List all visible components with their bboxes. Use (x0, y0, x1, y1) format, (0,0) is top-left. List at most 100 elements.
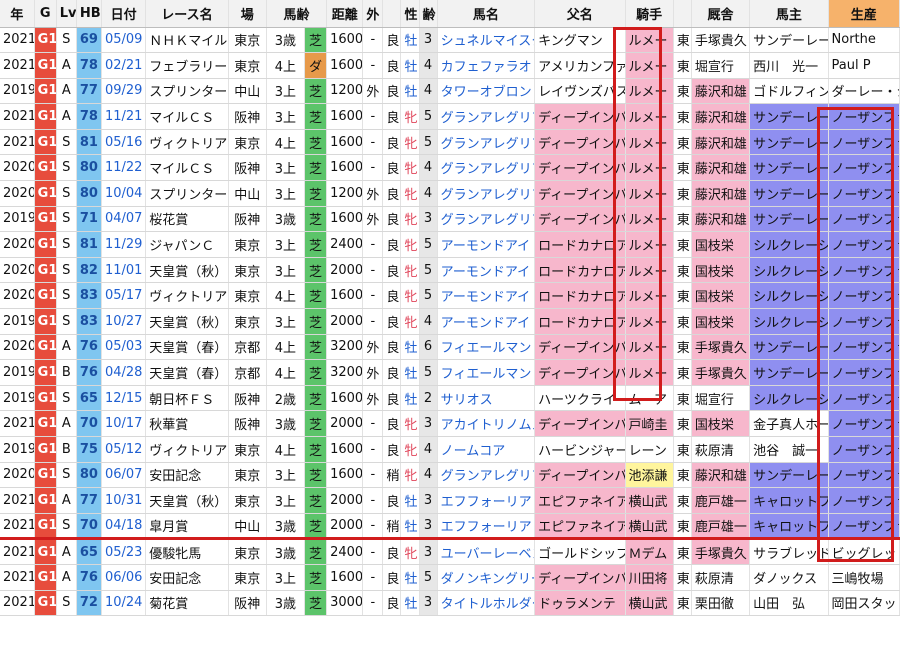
header-distance[interactable]: 距離 (326, 0, 364, 28)
table-row[interactable]: 2021 G1 A 65 05/23 優駿牝馬 東京 3歳芝 2400- 良牝 3 ユーバーレーベンゴ… (0, 538, 900, 565)
table-row[interactable]: 2020 G1 S 83 05/17 ヴィクトリア 東京 4上芝 1600- 良牝 5 アーモンドアイ… (0, 282, 900, 310)
table-row[interactable]: 2020 G1 S 82 11/01 天皇賞（秋） 東京 3上芝 2000- 良牝 5 アーモンドアイ… (0, 257, 900, 284)
belong-cell: 東 (673, 564, 692, 591)
horse-name-link[interactable]: グランアレグリア (437, 129, 536, 156)
table-row[interactable]: 2021 G1 S 81 05/16 ヴィクトリア 東京 4上芝 1600- 良牝 5 グランアレグリ… (0, 129, 900, 156)
age-cell: 3 (419, 513, 438, 541)
place-cell: 東京 (228, 436, 267, 463)
table-row[interactable]: 2021 G1 S 72 10/24 菊花賞 阪神 3歳芝 3000- 良牡 3 タイトルホルダー ドゥ… (0, 590, 900, 617)
header-trainer[interactable]: 厩舎 (691, 0, 751, 28)
table-row[interactable]: 2019 G1 S 83 10/27 天皇賞（秋） 東京 3上芝 2000- 良牝 4 アーモンドアイ… (0, 308, 900, 335)
header-year[interactable]: 年 (0, 0, 35, 28)
jockey-cell: ルメー (625, 206, 674, 233)
horse-name-link[interactable]: タイトルホルダー (437, 590, 536, 617)
horse-name-link[interactable]: アカイトリノムスメ (437, 410, 536, 437)
going-cell: 良 (382, 27, 402, 54)
outer-cell: - (362, 487, 384, 514)
header-belong[interactable] (673, 0, 692, 28)
header-age[interactable]: 齢 (419, 0, 438, 28)
table-row[interactable]: 2021 G1 A 77 10/31 天皇賞（秋） 東京 3上芝 2000- 良牡 3 エフフォーリア… (0, 487, 900, 514)
table-row[interactable]: 2019 G1 S 71 04/07 桜花賞 阪神 3歳芝 1600 外良牝 3 グランアレグリア ディ… (0, 206, 900, 233)
header-jockey[interactable]: 騎手 (625, 0, 674, 28)
age-cell: 3 (419, 590, 438, 617)
header-place[interactable]: 場 (228, 0, 267, 28)
sex-cell: 牝 (400, 282, 420, 310)
table-row[interactable]: 2019 G1 B 75 05/12 ヴィクトリア 東京 4上芝 1600- 良牝 4 ノームコア ハー… (0, 436, 900, 463)
header-level[interactable]: Lv (56, 0, 77, 28)
header-horse-name[interactable]: 馬名 (437, 0, 536, 28)
breeder-cell: Northe (828, 27, 900, 54)
outer-cell: - (362, 257, 384, 284)
age-condition-cell: 4上 (266, 359, 305, 386)
horse-name-link[interactable]: グランアレグリア (437, 103, 536, 130)
horse-name-link[interactable]: アーモンドアイ (437, 282, 536, 310)
horse-name-link[interactable]: フィエールマン (437, 334, 536, 361)
header-breeder[interactable]: 生産 (828, 0, 900, 28)
sex-cell: 牝 (400, 206, 420, 233)
table-row[interactable]: 2021 G1 A 76 06/06 安田記念 東京 3上芝 1600- 良牡 5 ダノンキングリーデ… (0, 564, 900, 591)
horse-name-link[interactable]: カフェファラオ (437, 52, 536, 79)
table-row[interactable]: 2020 G1 S 80 10/04 スプリンター 中山 3上芝 1200 外良牝 4 グランアレグリ… (0, 180, 900, 207)
table-row[interactable]: 2020 G1 A 76 05/03 天皇賞（春） 京都 4上芝 3200 外良牡 6 フィエールマン… (0, 334, 900, 361)
table-row[interactable]: 2021 G1 A 78 11/21 マイルＣＳ 阪神 3上芝 1600- 良牝 5 グランアレグリア… (0, 103, 900, 130)
header-sex[interactable]: 性 (400, 0, 420, 28)
table-row[interactable]: 2019 G1 S 65 12/15 朝日杯ＦＳ 阪神 2歳芝 1600 外良牡 2 サリオス ハーツク… (0, 385, 900, 412)
horse-name-link[interactable]: フィエールマン (437, 359, 536, 386)
horse-name-link[interactable]: グランアレグリア (437, 462, 536, 489)
age-condition-cell: 3歳 (266, 27, 305, 54)
horse-name-link[interactable]: アーモンドアイ (437, 257, 536, 284)
race-name-cell: スプリンター (145, 180, 229, 207)
table-row[interactable]: 2021 G1 S 69 05/09 ＮＨＫマイル 東京 3歳芝 1600- 良牡 3 シュネルマイス… (0, 27, 900, 54)
horse-name-link[interactable]: シュネルマイスター (437, 27, 536, 54)
surface-cell: 芝 (304, 257, 328, 284)
table-row[interactable]: 2019 G1 A 77 09/29 スプリンター 中山 3上芝 1200 外良牡 4 タワーオブロン… (0, 78, 900, 105)
header-going[interactable] (382, 0, 402, 28)
table-row[interactable]: 2019 G1 B 76 04/28 天皇賞（春） 京都 4上芝 3200 外良牡 5 フィエールマン… (0, 359, 900, 386)
distance-cell: 2400 (326, 231, 364, 258)
table-row[interactable]: 2021 G1 S 70 04/18 皐月賞 中山 3歳芝 2000- 稍牡 3 エフフォーリア エピフ… (0, 513, 900, 541)
owner-cell: サンデーレー (749, 103, 829, 130)
horse-name-link[interactable]: エフフォーリア (437, 487, 536, 514)
trainer-cell: 藤沢和雄 (691, 462, 751, 489)
trainer-cell: 萩原清 (691, 436, 751, 463)
going-cell: 良 (382, 538, 402, 565)
header-outer[interactable]: 外 (362, 0, 384, 28)
table-row[interactable]: 2020 G1 S 80 11/22 マイルＣＳ 阪神 3上芝 1600- 良牝 4 グランアレグリア… (0, 154, 900, 182)
horse-name-link[interactable]: エフフォーリア (437, 513, 536, 541)
date-cell: 10/04 (101, 180, 147, 207)
header-sire[interactable]: 父名 (534, 0, 626, 28)
surface-cell: ダ (304, 52, 328, 79)
header-grade[interactable]: G (34, 0, 57, 28)
hb-cell: 82 (76, 257, 102, 284)
horse-name-link[interactable]: ダノンキングリー (437, 564, 536, 591)
horse-name-link[interactable]: ノームコア (437, 436, 536, 463)
sire-cell: ディープインパクト (534, 154, 626, 182)
horse-name-link[interactable]: アーモンドアイ (437, 308, 536, 335)
horse-name-link[interactable]: タワーオブロンドン (437, 78, 536, 105)
age-condition-cell: 3上 (266, 487, 305, 514)
horse-name-link[interactable]: グランアレグリア (437, 206, 536, 233)
table-row[interactable]: 2021 G1 A 78 02/21 フェブラリー 東京 4上ダ 1600- 良牡 4 カフェファラオ… (0, 52, 900, 79)
header-owner[interactable]: 馬主 (749, 0, 829, 28)
going-cell: 良 (382, 103, 402, 130)
horse-name-link[interactable]: グランアレグリア (437, 154, 536, 182)
horse-name-link[interactable]: サリオス (437, 385, 536, 412)
horse-name-link[interactable]: グランアレグリア (437, 180, 536, 207)
hb-cell: 80 (76, 462, 102, 489)
sex-cell: 牝 (400, 257, 420, 284)
header-date[interactable]: 日付 (101, 0, 147, 28)
jockey-cell: 横山武 (625, 487, 674, 514)
table-row[interactable]: 2020 G1 S 80 06/07 安田記念 東京 3上芝 1600- 稍牝 4 グランアレグリアデ… (0, 462, 900, 489)
belong-cell: 東 (673, 257, 692, 284)
belong-cell: 東 (673, 334, 692, 361)
header-hb[interactable]: HB (76, 0, 102, 28)
header-race-name[interactable]: レース名 (145, 0, 229, 28)
table-row[interactable]: 2021G1A7010/17秋華賞阪神3歳芝2000-良牝3アカイトリノムスメデ… (0, 410, 900, 437)
place-cell: 中山 (228, 180, 267, 207)
horse-name-link[interactable]: ユーバーレーベン (437, 538, 536, 565)
distance-cell: 2000 (326, 257, 364, 284)
table-row[interactable]: 2020 G1 S 81 11/29 ジャパンＣ 東京 3上芝 2400- 良牝 5 アーモンドアイロ… (0, 231, 900, 258)
race-name-cell: 桜花賞 (145, 206, 229, 233)
header-age-condition[interactable]: 馬齢 (266, 0, 328, 28)
horse-name-link[interactable]: アーモンドアイ (437, 231, 536, 258)
